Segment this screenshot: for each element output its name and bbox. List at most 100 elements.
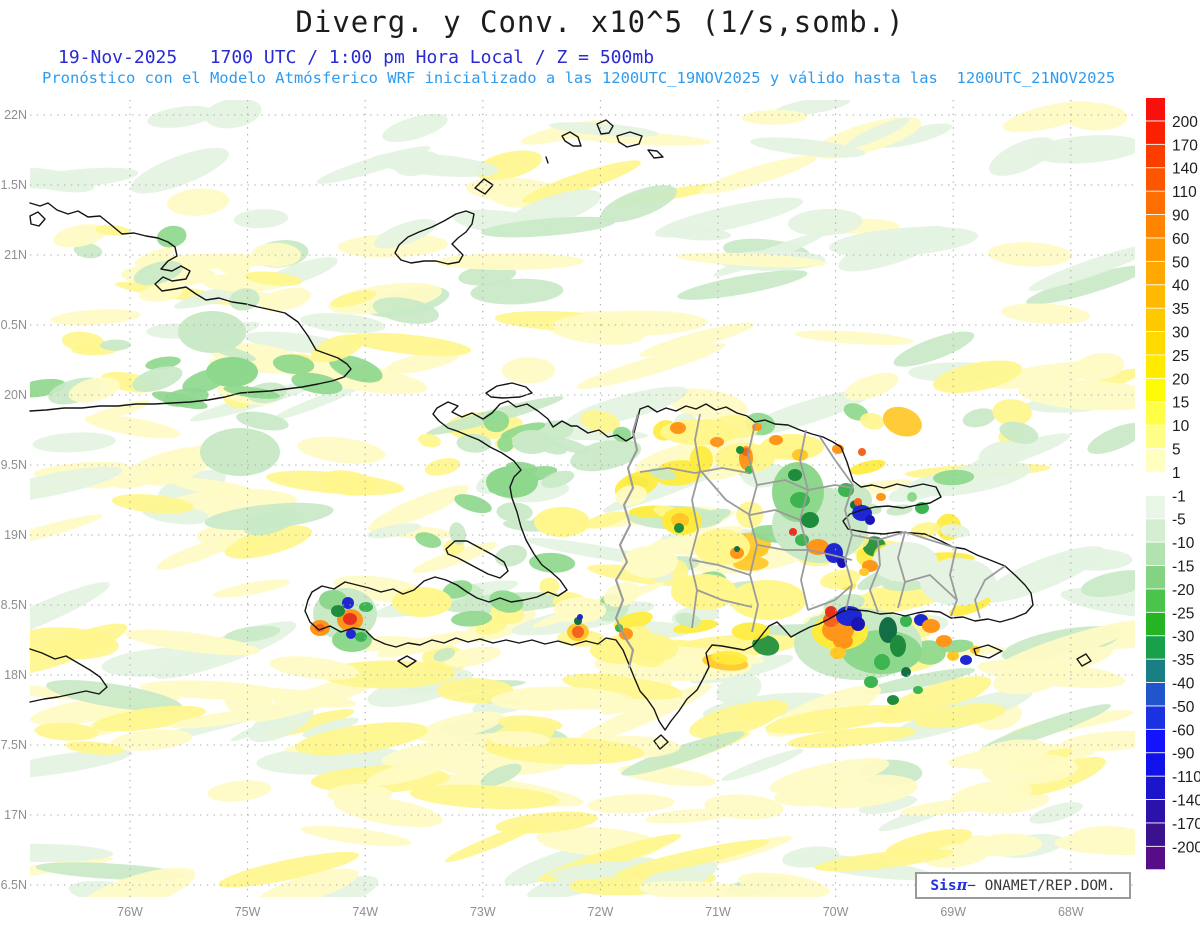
colorbar-label: 30	[1172, 325, 1190, 342]
credit-separator: −	[967, 877, 985, 894]
colorbar-block	[1146, 285, 1165, 308]
latitude-label: 0.5N	[1, 318, 27, 332]
colorbar-block	[1146, 261, 1165, 285]
colorbar-label: -5	[1172, 512, 1186, 529]
colorbar-block	[1146, 589, 1165, 612]
colorbar-label: -25	[1172, 605, 1194, 622]
colorbar-block	[1146, 846, 1165, 870]
colorbar-label: 90	[1172, 208, 1190, 225]
colorbar-block	[1146, 121, 1165, 144]
credit-box: Sis π − ONAMET/REP.DOM.	[915, 872, 1131, 899]
colorbar-label: -90	[1172, 746, 1195, 763]
forecast-page: Diverg. y Conv. x10^5 (1/s,somb.) 19-Nov…	[0, 0, 1200, 927]
colorbar-label: -20	[1172, 582, 1195, 599]
latitude-label: 6.5N	[1, 878, 27, 892]
pi-symbol: π	[956, 877, 968, 894]
shaded-field	[30, 100, 1135, 897]
colorbar-block	[1146, 612, 1165, 636]
colorbar-block	[1146, 800, 1165, 823]
colorbar-block	[1146, 706, 1165, 729]
colorbar-block	[1146, 542, 1165, 566]
colorbar-label: -60	[1172, 722, 1195, 739]
colorbar-block	[1146, 308, 1165, 332]
colorbar-block	[1146, 355, 1165, 378]
colorbar	[1146, 98, 1165, 870]
colorbar-label: 35	[1172, 301, 1189, 318]
latitude-label: 7.5N	[1, 738, 27, 752]
colorbar-label: 20	[1172, 371, 1190, 388]
colorbar-block	[1146, 495, 1165, 519]
latitude-label: 20N	[4, 388, 27, 402]
colorbar-block	[1146, 449, 1165, 472]
colorbar-block	[1146, 332, 1165, 355]
colorbar-label: -30	[1172, 629, 1195, 646]
colorbar-label: -40	[1172, 676, 1195, 693]
colorbar-label: 170	[1172, 137, 1198, 154]
colorbar-label: -110	[1172, 769, 1200, 786]
colorbar-label: -170	[1172, 816, 1200, 833]
colorbar-label: 1	[1172, 465, 1181, 482]
latitude-label: 1.5N	[1, 178, 27, 192]
colorbar-label: -50	[1172, 699, 1195, 716]
caicos-tick	[545, 156, 549, 164]
longitude-label: 72W	[588, 905, 614, 919]
cuba-islet	[29, 211, 46, 227]
colorbar-label: 110	[1172, 184, 1197, 201]
colorbar-block	[1146, 144, 1165, 168]
longitude-label: 75W	[235, 905, 261, 919]
longitude-label: 74W	[352, 905, 378, 919]
colorbar-block	[1146, 659, 1165, 683]
latitude-label: 19N	[4, 528, 27, 542]
longitude-label: 70W	[823, 905, 849, 919]
colorbar-label: -10	[1172, 535, 1195, 552]
colorbar-block	[1146, 238, 1165, 261]
colorbar-block	[1146, 378, 1165, 402]
latitude-label: 8.5N	[1, 598, 27, 612]
colorbar-label: 15	[1172, 395, 1189, 412]
colorbar-label: 10	[1172, 418, 1190, 435]
sispi-brand: Sis	[930, 877, 957, 894]
colorbar-block	[1146, 402, 1165, 425]
latitude-label: 18N	[4, 668, 27, 682]
colorbar-label: 40	[1172, 278, 1190, 295]
credit-org: ONAMET/REP.DOM.	[984, 877, 1116, 894]
colorbar-block	[1146, 98, 1165, 121]
longitude-label: 69W	[940, 905, 966, 919]
longitude-label: 68W	[1058, 905, 1084, 919]
longitude-label: 76W	[117, 905, 143, 919]
colorbar-label: -35	[1172, 652, 1194, 669]
colorbar-label: 50	[1172, 254, 1190, 271]
colorbar-label: -1	[1172, 488, 1186, 505]
latitude-label: 17N	[4, 808, 27, 822]
colorbar-block	[1146, 215, 1165, 238]
colorbar-block	[1146, 823, 1165, 846]
latitude-label: 22N	[4, 108, 27, 122]
colorbar-block	[1146, 636, 1165, 659]
colorbar-label: 60	[1172, 231, 1190, 248]
colorbar-block	[1146, 519, 1165, 542]
colorbar-label: 25	[1172, 348, 1189, 365]
colorbar-block	[1146, 753, 1165, 776]
colorbar-label: -15	[1172, 559, 1194, 576]
latitude-label: 21N	[4, 248, 27, 262]
latitude-label: 9.5N	[1, 458, 27, 472]
colorbar-block	[1146, 566, 1165, 589]
colorbar-block	[1146, 191, 1165, 215]
colorbar-label: 140	[1172, 161, 1198, 178]
longitude-label: 73W	[470, 905, 496, 919]
colorbar-block	[1146, 168, 1165, 191]
tortuga-island	[485, 382, 533, 399]
colorbar-label: 200	[1172, 114, 1198, 131]
colorbar-label: -200	[1172, 839, 1200, 856]
colorbar-label: 5	[1172, 442, 1181, 459]
colorbar-labels: 200 170 140 110 90 60 50 40 35 30 25 20 15 10 5 1 -1 -5 -1…	[1172, 114, 1200, 856]
colorbar-block	[1146, 472, 1165, 495]
colorbar-block	[1146, 729, 1165, 753]
colorbar-label: -140	[1172, 793, 1200, 810]
divergence-map: 22N 1.5N 21N 0.5N 20N 9.5N 19N 8.5N 18N 7.5N 17N 6.…	[1, 98, 1200, 919]
colorbar-block	[1146, 425, 1165, 449]
longitude-label: 71W	[705, 905, 731, 919]
colorbar-block	[1146, 683, 1165, 706]
grand-turk	[647, 149, 664, 159]
colorbar-block	[1146, 776, 1165, 800]
